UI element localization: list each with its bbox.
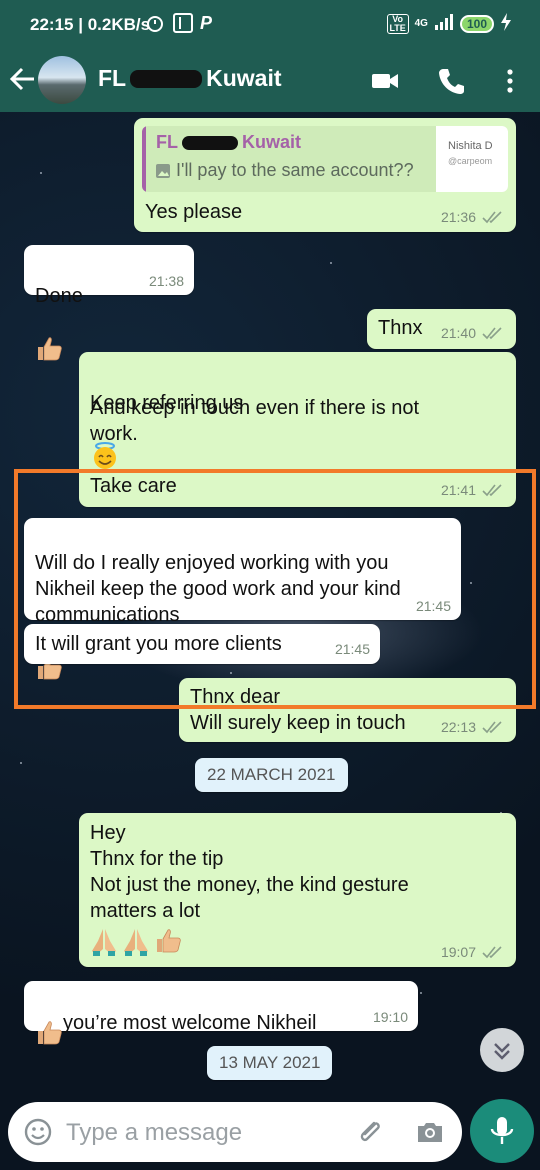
message-time: 21:40 [441, 325, 504, 341]
paytm-icon: P [200, 13, 213, 33]
message-bubble-incoming[interactable]: you’re most welcome Nikheil 19:10 [24, 981, 418, 1045]
whatsapp-chat-screen: 22:15 | 0.2KB/s Vo LTE 4G 100 P FL Kuwai… [0, 0, 540, 1170]
network-label: 4G [414, 18, 428, 29]
highlight-annotation [14, 469, 536, 709]
date-divider: 22 MARCH 2021 [195, 758, 348, 792]
battery-icon: 100 [459, 14, 494, 33]
message-text: Yes please [145, 201, 243, 223]
quoted-thumbnail: Nishita D @carpeom [436, 126, 508, 192]
folded-hands-icon [124, 929, 148, 956]
quoted-text: I'll pay to the same account?? [156, 160, 414, 181]
message-time: 22:13 [441, 719, 504, 735]
quoted-message[interactable]: FL Kuwait I'll pay to the same account??… [142, 126, 508, 192]
message-text: Hey Thnx for the tip Not just the money,… [90, 822, 409, 922]
double-check-icon [482, 211, 502, 224]
contact-name[interactable]: FL Kuwait [98, 65, 282, 92]
double-check-icon [482, 946, 502, 959]
camera-icon[interactable] [414, 1116, 446, 1148]
date-divider: 13 MAY 2021 [207, 1046, 333, 1080]
video-call-icon[interactable] [370, 66, 400, 96]
app-notification-icon [173, 13, 193, 38]
message-time: 21:38 [148, 273, 184, 289]
avatar[interactable] [38, 56, 86, 104]
message-time: 19:07 [441, 944, 504, 960]
emoji-icon[interactable] [22, 1116, 54, 1148]
double-check-icon [482, 721, 502, 734]
attach-icon[interactable] [354, 1116, 386, 1148]
message-text: Thnx [378, 317, 423, 339]
status-time: 22:15 | 0.2KB/s [30, 15, 151, 34]
redaction-scribble [130, 69, 203, 88]
message-text: you’re most welcome Nikheil [35, 993, 316, 1052]
thumbs-up-icon [157, 929, 181, 953]
quoted-sender: FL Kuwait [156, 132, 302, 152]
message-text: Done [35, 257, 83, 368]
phone-icon[interactable] [437, 66, 467, 96]
back-arrow-icon[interactable] [8, 62, 38, 96]
thumbs-up-icon [35, 309, 63, 368]
message-input-bar[interactable]: Type a message [8, 1102, 462, 1162]
volte-icon: Vo LTE [386, 13, 409, 34]
folded-hands-icon [92, 929, 116, 956]
alarm-icon [145, 13, 165, 38]
message-bubble-outgoing[interactable]: Hey Thnx for the tip Not just the money,… [79, 813, 516, 967]
voice-message-button[interactable] [470, 1099, 534, 1163]
scroll-to-bottom-button[interactable] [480, 1028, 524, 1072]
microphone-icon [490, 1117, 514, 1144]
message-bubble-outgoing[interactable]: Thnx 21:40 [367, 309, 516, 349]
double-check-icon [482, 327, 502, 340]
chat-header: FL Kuwait [0, 48, 540, 112]
signal-icon [434, 14, 454, 33]
message-input[interactable]: Type a message [66, 1119, 242, 1147]
more-vert-icon[interactable] [495, 66, 525, 96]
message-text: And keep in touch even if there is not w… [90, 397, 420, 445]
message-bubble-incoming[interactable]: Done 21:38 [24, 245, 194, 361]
thumbs-up-icon [35, 993, 63, 1052]
message-time: 21:36 [441, 209, 504, 225]
message-bubble-outgoing[interactable]: FL Kuwait I'll pay to the same account??… [134, 118, 516, 232]
message-time: 19:10 [372, 1009, 408, 1025]
image-icon [156, 163, 170, 178]
status-bar: 22:15 | 0.2KB/s Vo LTE 4G 100 P [0, 0, 540, 48]
double-chevron-down-icon [494, 1043, 510, 1060]
emoji-row [90, 927, 182, 957]
charging-icon [500, 13, 512, 34]
status-icons: Vo LTE 4G 100 [386, 13, 512, 34]
